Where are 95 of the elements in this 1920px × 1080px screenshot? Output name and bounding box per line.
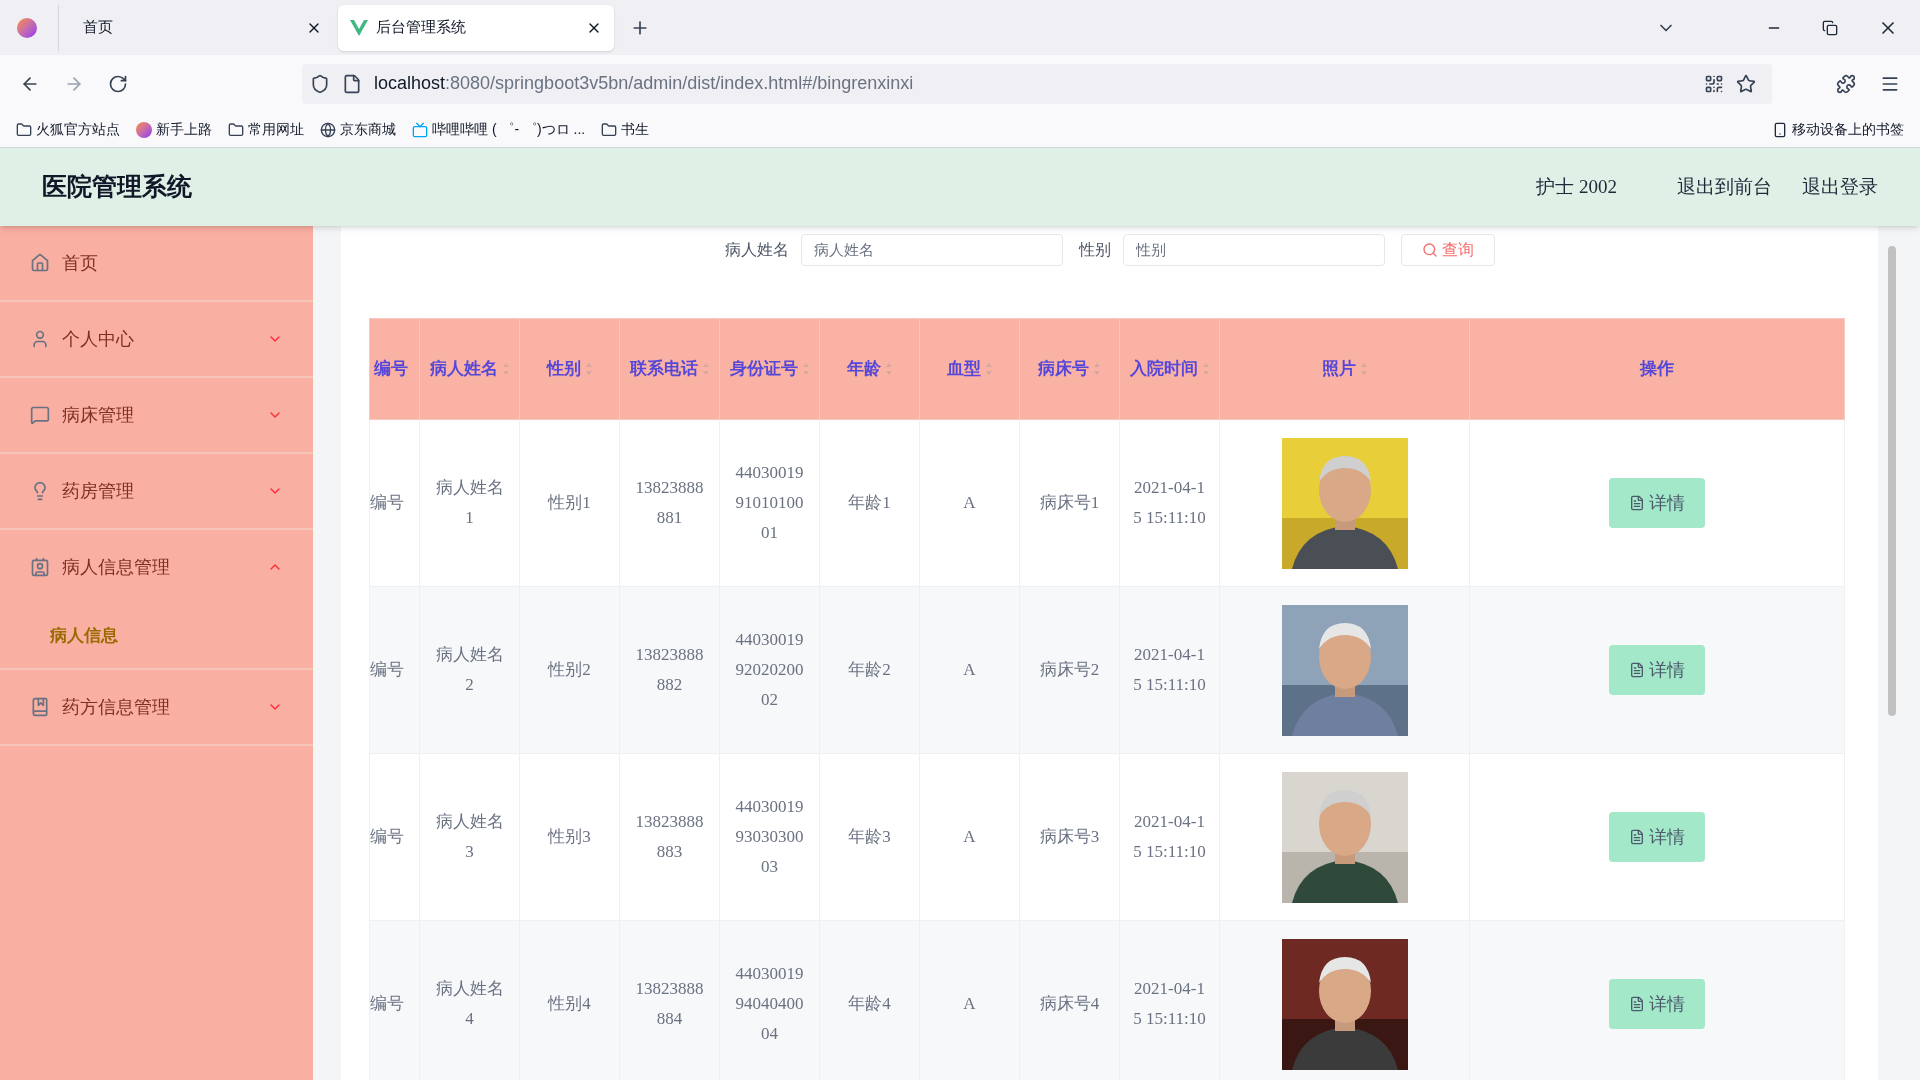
sidebar-item[interactable]: 药方信息管理 [0, 670, 313, 744]
header-link[interactable]: 退出到前台 [1677, 172, 1772, 202]
search-icon [1421, 242, 1438, 258]
table-cell: 性别2 [519, 586, 620, 754]
book-icon [30, 697, 50, 717]
address-bar[interactable]: localhost:8080/springboot3v5bn/admin/dist/index.html#/bingrenxinxi [302, 63, 1772, 104]
column-header[interactable]: 病床号 [1019, 318, 1120, 420]
column-header[interactable]: 性别 [519, 318, 620, 420]
table-cell: 病床号1 [1019, 419, 1120, 587]
mobile-bookmarks[interactable]: 移动设备上的书签 [1772, 119, 1904, 140]
restore-icon[interactable] [1822, 19, 1838, 36]
table-cell: A [919, 753, 1020, 921]
table-cell: 病人姓名1 [419, 419, 520, 587]
browser-tab[interactable]: 后台管理系统 [338, 4, 614, 51]
bookmark-item[interactable]: 哔哩哔哩 ( ゜- ゜)つロ ... [412, 119, 586, 140]
id-card-icon [30, 557, 50, 577]
table-cell: 13823888882 [619, 586, 720, 754]
field-label: 性别 [1078, 240, 1111, 260]
sidebar-item[interactable]: 病床管理 [0, 378, 313, 452]
search-button[interactable]: 查询 [1400, 234, 1495, 266]
home-icon [30, 253, 50, 273]
user-icon [30, 329, 50, 349]
bookmark-item[interactable]: 火狐官方站点 [16, 119, 120, 140]
table-cell: 2021-04-15 15:11:10 [1119, 753, 1220, 921]
v-logo-icon [350, 19, 368, 36]
table-cell: 编号 [369, 920, 420, 1080]
document-icon [1629, 662, 1645, 678]
header-link[interactable]: 退出登录 [1802, 172, 1878, 202]
sidebar-item[interactable]: 药房管理 [0, 454, 313, 528]
table-cell: 编号 [369, 586, 420, 754]
table-cell: 编号 [369, 753, 420, 921]
bookmark-item[interactable]: 书生 [601, 119, 650, 140]
document-icon [1629, 495, 1645, 511]
browser-logo-icon [136, 121, 152, 138]
column-header[interactable]: 病人姓名 [419, 318, 520, 420]
reload-icon[interactable] [108, 73, 128, 94]
browser-logo-icon[interactable] [17, 17, 37, 38]
tv-icon [412, 121, 428, 138]
star-icon[interactable] [1736, 73, 1756, 94]
folder-icon [16, 121, 32, 138]
browser-tab[interactable]: 首页 [58, 4, 334, 51]
document-icon [1629, 829, 1645, 845]
bookmark-item[interactable]: 新手上路 [136, 119, 212, 140]
table-cell: 年龄3 [819, 753, 920, 921]
sidebar-item[interactable]: 病人信息管理 [0, 530, 313, 604]
search-field[interactable]: 性别 [1122, 234, 1385, 266]
table-cell: 440300199303030003 [719, 753, 820, 921]
globe-icon [320, 121, 336, 138]
chat-icon [30, 405, 50, 425]
table-cell: 2021-04-15 15:11:10 [1119, 586, 1220, 754]
user-name: 护士 2002 [1536, 174, 1617, 199]
table-cell: 病人姓名3 [419, 753, 520, 921]
table-cell: 性别3 [519, 753, 620, 921]
table-cell: 440300199202020002 [719, 586, 820, 754]
table-cell: 2021-04-15 15:11:10 [1119, 419, 1220, 587]
sidebar-item[interactable]: 首页 [0, 226, 313, 300]
table-cell: 年龄2 [819, 586, 920, 754]
column-header: 编号 [369, 318, 420, 420]
details-button[interactable]: 详情 [1609, 478, 1705, 528]
column-header[interactable]: 血型 [919, 318, 1020, 420]
table-cell: 病人姓名2 [419, 586, 520, 754]
column-header[interactable]: 照片 [1219, 318, 1470, 420]
field-label: 病人姓名 [724, 240, 789, 260]
table-cell: 病床号3 [1019, 753, 1120, 921]
table-cell: 编号 [369, 419, 420, 587]
table-cell: 440300199101010001 [719, 419, 820, 587]
details-button[interactable]: 详情 [1609, 812, 1705, 862]
column-header[interactable]: 联系电话 [619, 318, 720, 420]
sidebar-item[interactable]: 个人中心 [0, 302, 313, 376]
table-cell: 性别1 [519, 419, 620, 587]
table-cell: 病床号2 [1019, 586, 1120, 754]
page-icon [342, 73, 362, 94]
details-button[interactable]: 详情 [1609, 645, 1705, 695]
bookmark-item[interactable]: 常用网址 [228, 119, 304, 140]
phone-icon [1772, 121, 1788, 138]
details-button[interactable]: 详情 [1609, 979, 1705, 1029]
column-header: 操作 [1469, 318, 1845, 420]
search-field[interactable]: 病人姓名 [800, 234, 1063, 266]
shield-icon [310, 73, 330, 94]
table-cell: 年龄1 [819, 419, 920, 587]
bookmark-item[interactable]: 京东商城 [320, 119, 396, 140]
extensions-icon[interactable] [1836, 73, 1856, 94]
column-header[interactable]: 身份证号 [719, 318, 820, 420]
url-text: localhost:8080/springboot3v5bn/admin/dist/index.html#/bingrenxinxi [374, 72, 914, 95]
app-title: 医院管理系统 [42, 172, 192, 203]
folder-icon [228, 121, 244, 138]
document-icon [1629, 996, 1645, 1012]
table-cell: A [919, 586, 1020, 754]
qr-code-icon[interactable] [1704, 73, 1724, 94]
table-cell: A [919, 419, 1020, 587]
table-cell: 13823888883 [619, 753, 720, 921]
folder-icon [601, 121, 618, 138]
column-header[interactable]: 入院时间 [1119, 318, 1220, 420]
table-cell: 13823888881 [619, 419, 720, 587]
column-header[interactable]: 年龄 [819, 318, 920, 420]
